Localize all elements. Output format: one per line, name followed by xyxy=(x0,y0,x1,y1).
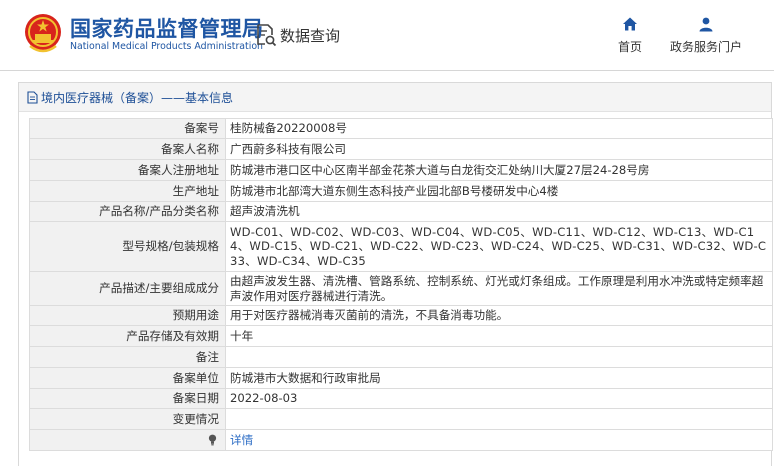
table-row: 变更情况 xyxy=(29,408,773,430)
field-value: 防城港市港口区中心区南半部金花茶大道与白龙街交汇处纳川大厦27层24-28号房 xyxy=(225,159,773,181)
nav-service-label: 政务服务门户 xyxy=(669,40,742,54)
field-label: 型号规格/包装规格 xyxy=(29,221,226,272)
detail-link[interactable]: 详情 xyxy=(230,433,253,447)
org-name-cn: 国家药品监督管理局 xyxy=(70,17,264,41)
field-value: 2022-08-03 xyxy=(225,388,773,409)
field-value: 由超声波发生器、清洗槽、管路系统、控制系统、灯光或灯条组成。工作原理是利用水冲洗… xyxy=(225,271,773,306)
field-value: 广西蔚多科技有限公司 xyxy=(225,138,773,160)
lightbulb-icon xyxy=(208,434,217,446)
table-row: 备案日期 2022-08-03 xyxy=(29,388,773,409)
field-label: 备案日期 xyxy=(29,388,226,409)
national-emblem-icon xyxy=(25,14,61,53)
field-label: 产品描述/主要组成成分 xyxy=(29,271,226,306)
table-row: 生产地址 防城港市北部湾大道东侧生态科技产业园北部B号楼研发中心4楼 xyxy=(29,180,773,202)
table-row: 产品存储及有效期 十年 xyxy=(29,325,773,347)
record-detail-table: 备案号 桂防械备20220008号 备案人名称 广西蔚多科技有限公司 备案人注册… xyxy=(29,118,773,451)
nav-home-label: 首页 xyxy=(617,40,642,54)
table-row: 产品名称/产品分类名称 超声波清洗机 xyxy=(29,201,773,222)
document-icon xyxy=(27,90,38,104)
document-search-icon xyxy=(257,24,277,47)
header-divider xyxy=(0,70,774,71)
table-row: 备案人名称 广西蔚多科技有限公司 xyxy=(29,138,773,160)
field-value: 用于对医疗器械消毒灭菌前的清洗，不具备消毒功能。 xyxy=(225,305,773,326)
table-row: 备案单位 防城港市大数据和行政审批局 xyxy=(29,367,773,389)
field-label: 备案人名称 xyxy=(29,138,226,160)
table-row: 产品描述/主要组成成分 由超声波发生器、清洗槽、管路系统、控制系统、灯光或灯条组… xyxy=(29,271,773,306)
table-row: 详情 xyxy=(29,429,773,451)
table-row: 预期用途 用于对医疗器械消毒灭菌前的清洗，不具备消毒功能。 xyxy=(29,305,773,326)
nav-service-portal[interactable]: 政务服务门户 xyxy=(666,16,746,55)
field-value xyxy=(225,346,773,368)
field-value: 超声波清洗机 xyxy=(225,201,773,222)
field-value: 十年 xyxy=(225,325,773,347)
field-label: 产品名称/产品分类名称 xyxy=(29,201,226,222)
field-label: 产品存储及有效期 xyxy=(29,325,226,347)
field-label: 预期用途 xyxy=(29,305,226,326)
site-header: 国家药品监督管理局 National Medical Products Admi… xyxy=(0,0,774,70)
record-panel: 境内医疗器械（备案）——基本信息 备案号 桂防械备20220008号 备案人名称… xyxy=(18,82,773,466)
breadcrumb-text: 境内医疗器械（备案）——基本信息 xyxy=(41,90,234,105)
table-row: 备案号 桂防械备20220008号 xyxy=(29,118,773,139)
table-row: 型号规格/包装规格 WD-C01、WD-C02、WD-C03、WD-C04、WD… xyxy=(29,221,773,272)
table-row: 备案人注册地址 防城港市港口区中心区南半部金花茶大道与白龙街交汇处纳川大厦27层… xyxy=(29,159,773,181)
table-row: 备注 xyxy=(29,346,773,368)
field-value xyxy=(225,408,773,430)
detail-row-value: 详情 xyxy=(225,429,773,451)
field-value: 桂防械备20220008号 xyxy=(225,118,773,139)
field-value: WD-C01、WD-C02、WD-C03、WD-C04、WD-C05、WD-C1… xyxy=(225,221,773,272)
field-label: 变更情况 xyxy=(29,408,226,430)
data-query-label: 数据查询 xyxy=(280,26,341,45)
data-query-link[interactable]: 数据查询 xyxy=(255,22,340,48)
user-icon xyxy=(699,17,713,32)
nav-home[interactable]: 首页 xyxy=(590,16,670,55)
field-label: 备案单位 xyxy=(29,367,226,389)
org-name-en: National Medical Products Administration xyxy=(70,41,264,52)
field-value: 防城港市北部湾大道东侧生态科技产业园北部B号楼研发中心4楼 xyxy=(225,180,773,202)
field-label: 备案号 xyxy=(29,118,226,139)
field-label: 生产地址 xyxy=(29,180,226,202)
field-label: 备案人注册地址 xyxy=(29,159,226,181)
breadcrumb: 境内医疗器械（备案）——基本信息 xyxy=(19,83,771,112)
home-icon xyxy=(623,17,637,31)
field-value: 防城港市大数据和行政审批局 xyxy=(225,367,773,389)
field-label: 备注 xyxy=(29,346,226,368)
detail-row-label xyxy=(29,429,226,451)
